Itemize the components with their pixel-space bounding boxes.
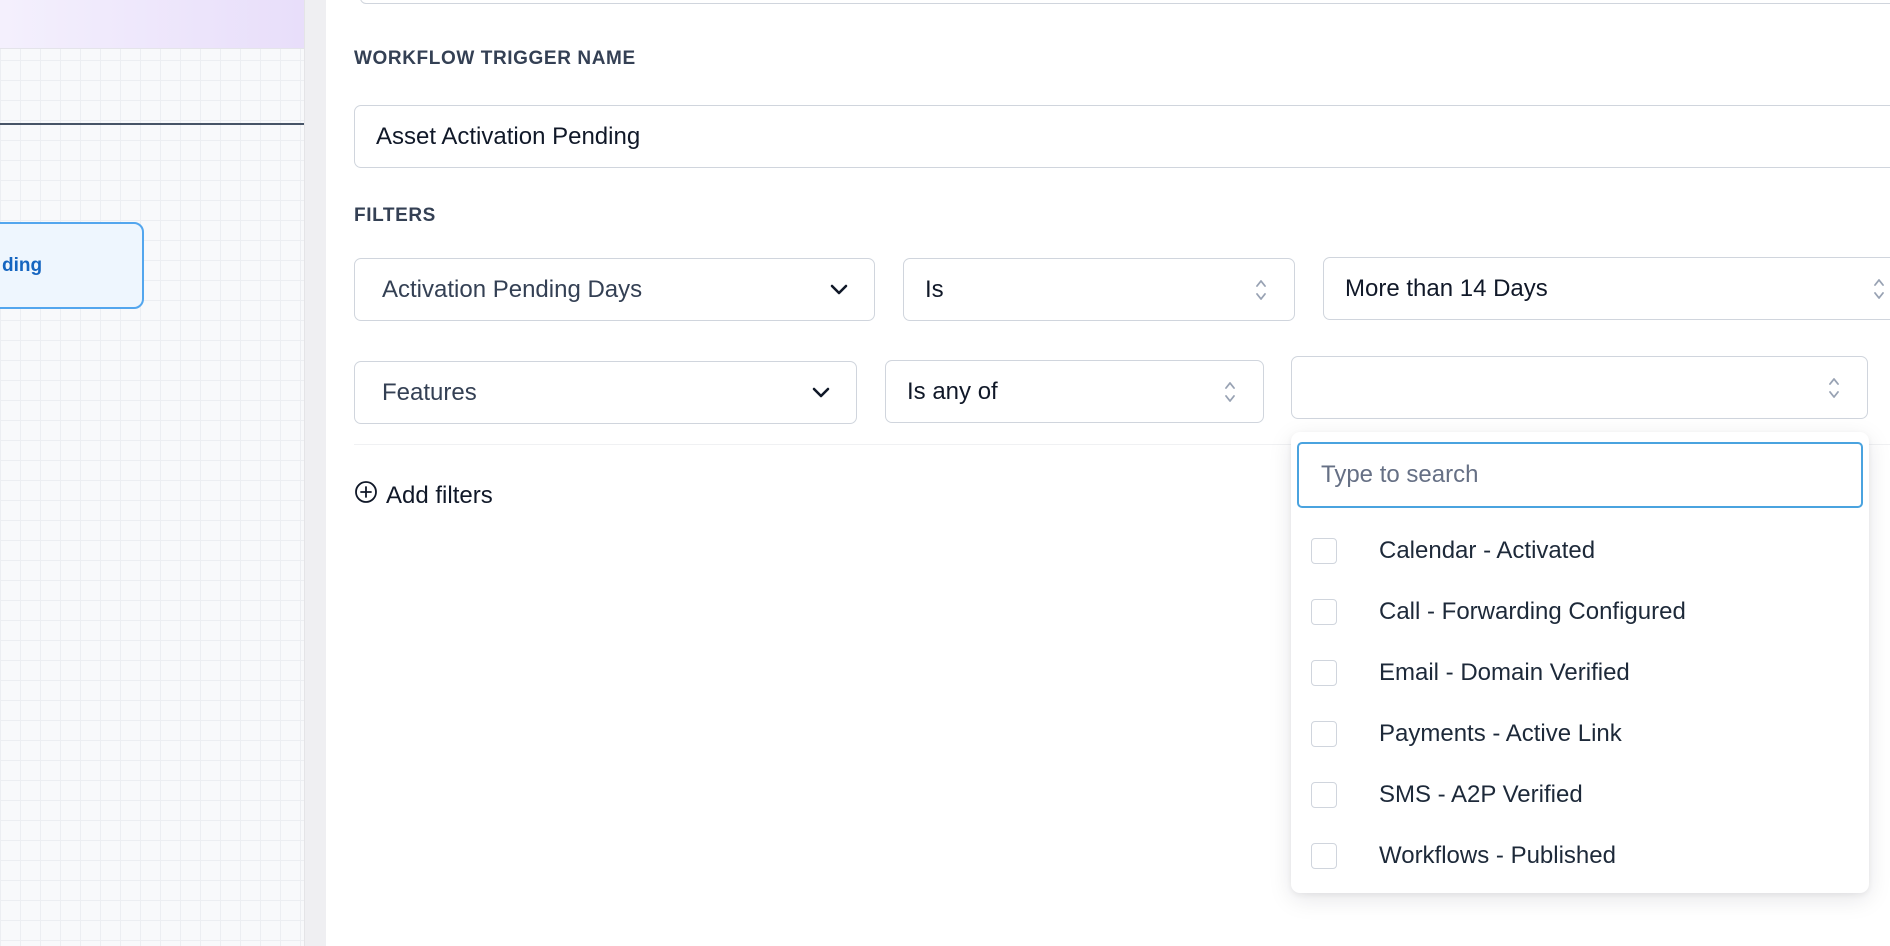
dropdown-option[interactable]: Workflows - Published bbox=[1291, 826, 1869, 886]
top-input-field[interactable] bbox=[360, 0, 1890, 4]
dropdown-option[interactable]: Payments - Active Link bbox=[1291, 704, 1869, 764]
option-checkbox[interactable] bbox=[1311, 599, 1337, 625]
trigger-node-label: ding bbox=[2, 254, 43, 276]
chevron-up-down-icon bbox=[1825, 373, 1843, 403]
filter-1-value-value: More than 14 Days bbox=[1345, 274, 1548, 302]
dropdown-option[interactable]: Email - Domain Verified bbox=[1291, 643, 1869, 703]
option-checkbox[interactable] bbox=[1311, 538, 1337, 564]
option-checkbox[interactable] bbox=[1311, 843, 1337, 869]
filter-2-operator-select[interactable]: Is any of bbox=[885, 360, 1264, 423]
dropdown-option[interactable]: Calendar - Activated bbox=[1291, 521, 1869, 581]
trigger-name-label: WORKFLOW TRIGGER NAME bbox=[354, 48, 636, 69]
option-label: SMS - A2P Verified bbox=[1379, 781, 1583, 808]
filter-1-value-select[interactable]: More than 14 Days bbox=[1323, 257, 1890, 320]
option-label: Payments - Active Link bbox=[1379, 720, 1622, 747]
filter-2-value-select[interactable] bbox=[1291, 356, 1868, 419]
option-label: Workflows - Published bbox=[1379, 842, 1616, 869]
option-label: Email - Domain Verified bbox=[1379, 659, 1630, 686]
filter-2-field-select[interactable]: Features bbox=[354, 361, 857, 424]
option-checkbox[interactable] bbox=[1311, 721, 1337, 747]
filter-1-field-select[interactable]: Activation Pending Days bbox=[354, 258, 875, 321]
filter-1-operator-select[interactable]: Is bbox=[903, 258, 1295, 321]
trigger-node-card[interactable]: ding bbox=[0, 222, 144, 309]
option-checkbox[interactable] bbox=[1311, 660, 1337, 686]
option-label: Calendar - Activated bbox=[1379, 537, 1596, 564]
chevron-up-down-icon bbox=[1221, 377, 1239, 407]
canvas-header-bar bbox=[0, 0, 304, 49]
plus-circle-icon bbox=[354, 480, 378, 511]
canvas-divider-line bbox=[0, 123, 304, 125]
chevron-down-icon bbox=[810, 382, 832, 404]
filter-2-operator-value: Is any of bbox=[907, 377, 998, 405]
filters-label: FILTERS bbox=[354, 205, 436, 226]
chevron-up-down-icon bbox=[1252, 275, 1270, 305]
trigger-config-panel: WORKFLOW TRIGGER NAME Asset Activation P… bbox=[326, 0, 1890, 946]
chevron-up-down-icon bbox=[1870, 274, 1888, 304]
filter-2-field-value: Features bbox=[382, 378, 477, 406]
trigger-name-input[interactable]: Asset Activation Pending bbox=[354, 105, 1890, 168]
filter-1-field-value: Activation Pending Days bbox=[382, 275, 643, 303]
filter-1-operator-value: Is bbox=[925, 275, 944, 303]
add-filters-label: Add filters bbox=[386, 481, 493, 509]
dropdown-option[interactable]: SMS - A2P Verified bbox=[1291, 765, 1869, 825]
option-label: Call - Forwarding Configured bbox=[1379, 598, 1686, 625]
panel-divider[interactable] bbox=[304, 0, 326, 946]
workflow-canvas[interactable]: ding bbox=[0, 0, 304, 946]
features-dropdown: Calendar - Activated Call - Forwarding C… bbox=[1291, 432, 1869, 893]
option-checkbox[interactable] bbox=[1311, 782, 1337, 808]
add-filters-button[interactable]: Add filters bbox=[354, 480, 493, 511]
dropdown-search-input[interactable] bbox=[1297, 442, 1863, 508]
chevron-down-icon bbox=[828, 279, 850, 301]
dropdown-option[interactable]: Call - Forwarding Configured bbox=[1291, 582, 1869, 642]
